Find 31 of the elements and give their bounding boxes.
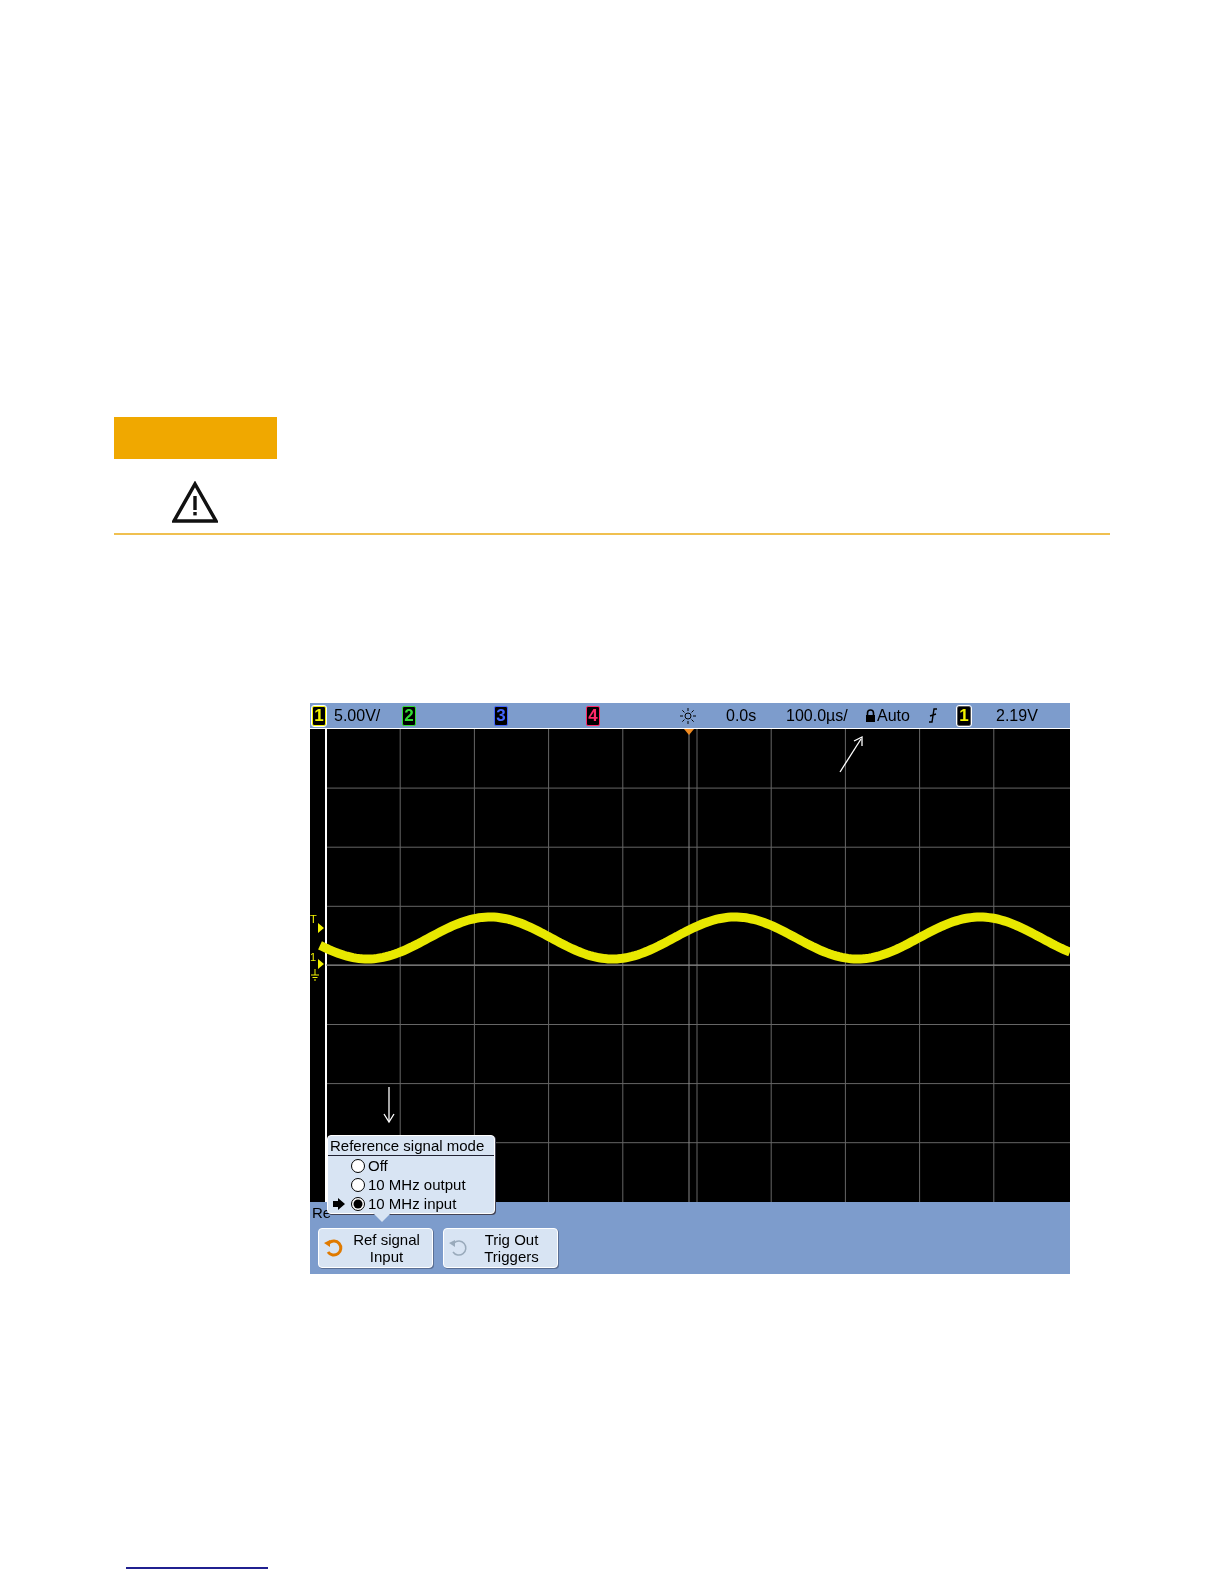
arrow — [839, 735, 863, 773]
sun-icon — [679, 707, 697, 725]
marker-arrow-icon — [318, 923, 324, 969]
rotate-knob-icon — [448, 1238, 468, 1258]
delay-value: 0.0s — [726, 706, 757, 725]
channel-badge[interactable]: 2 — [402, 706, 416, 726]
vertical-scale: 5.00V/ — [334, 706, 381, 725]
warning-icon — [172, 481, 218, 523]
lock-icon — [865, 709, 876, 722]
arrow — [383, 1086, 395, 1124]
pointer-arrow-icon — [332, 1196, 346, 1211]
softkey-button[interactable]: Ref signal Input — [318, 1228, 433, 1268]
radio-option[interactable]: 10 MHz input — [328, 1194, 494, 1213]
rotate-knob-icon — [323, 1238, 343, 1258]
trigger-source: 1 — [957, 706, 971, 726]
radio-option[interactable]: 10 MHz output — [328, 1175, 494, 1194]
trigger-level: 2.19V — [996, 706, 1038, 725]
radio-button-icon — [350, 1157, 366, 1174]
rising-edge-icon — [928, 708, 938, 723]
channel-badge[interactable]: 3 — [494, 706, 508, 726]
channel-badge[interactable]: 1 — [312, 706, 326, 726]
ground-icon — [310, 968, 320, 981]
radio-button-icon — [350, 1176, 366, 1193]
softkey-button[interactable]: Trig Out Triggers — [443, 1228, 558, 1268]
trigger-mode: Auto — [877, 706, 910, 725]
channel-badge[interactable]: 4 — [586, 706, 600, 726]
timebase-value: 100.0µs/ — [786, 706, 848, 725]
marker-label: 1 — [310, 951, 317, 963]
menu-heading: Reference signal mode — [328, 1136, 494, 1156]
radio-option[interactable]: Off — [328, 1156, 494, 1175]
marker-label: T — [310, 913, 317, 925]
